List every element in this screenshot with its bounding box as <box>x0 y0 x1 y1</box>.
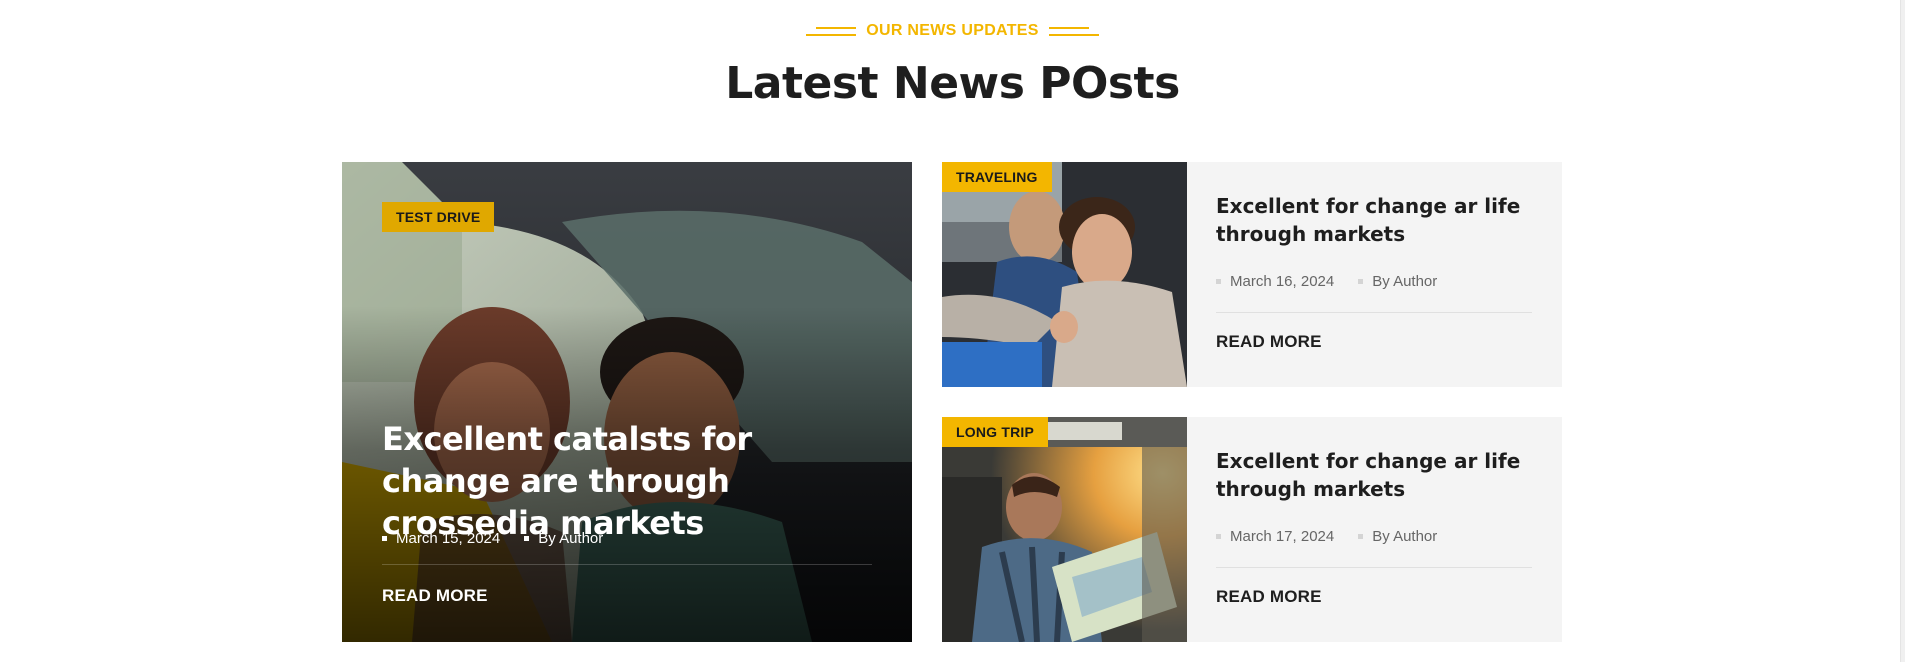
section-title: Latest News POsts <box>725 58 1180 109</box>
post-image <box>942 417 1187 642</box>
featured-post-meta: March 15, 2024 By Author <box>382 530 603 547</box>
featured-post-date-item: March 15, 2024 <box>382 530 500 547</box>
post-meta: March 16, 2024 By Author <box>1216 273 1437 290</box>
post-read-more-link[interactable]: READ MORE <box>1216 587 1322 607</box>
post-date: March 16, 2024 <box>1230 273 1335 290</box>
post-read-more-link[interactable]: READ MORE <box>1216 332 1322 352</box>
bullet-icon <box>1216 534 1221 539</box>
bullet-icon <box>1216 279 1221 284</box>
post-card[interactable]: TRAVELING Excellent for change ar life t… <box>942 162 1562 387</box>
post-category-badge[interactable]: TRAVELING <box>942 162 1052 192</box>
decorative-line-right <box>1048 26 1099 36</box>
post-thumbnail[interactable] <box>942 162 1187 387</box>
post-author-item: By Author <box>1358 273 1437 290</box>
featured-read-more-link[interactable]: READ MORE <box>382 586 488 606</box>
featured-divider <box>382 564 872 565</box>
bullet-icon <box>524 536 530 541</box>
bullet-icon <box>382 536 387 541</box>
featured-post-author-item: By Author <box>524 530 603 547</box>
post-author[interactable]: By Author <box>1372 273 1437 290</box>
post-date: March 17, 2024 <box>1230 528 1335 545</box>
bullet-icon <box>1358 279 1364 284</box>
post-card[interactable]: LONG TRIP Excellent for change ar life t… <box>942 417 1562 642</box>
bullet-icon <box>1358 534 1364 539</box>
decorative-line-left <box>806 26 857 36</box>
post-category-badge[interactable]: LONG TRIP <box>942 417 1049 447</box>
post-date-item: March 17, 2024 <box>1216 528 1334 545</box>
post-author-item: By Author <box>1358 528 1437 545</box>
post-author[interactable]: By Author <box>1372 528 1437 545</box>
post-date-item: March 16, 2024 <box>1216 273 1334 290</box>
post-meta: March 17, 2024 By Author <box>1216 528 1437 545</box>
featured-category-badge[interactable]: TEST DRIVE <box>382 202 495 232</box>
post-title[interactable]: Excellent for change ar life through mar… <box>1216 447 1536 503</box>
featured-post-date: March 15, 2024 <box>396 530 501 547</box>
featured-post-author[interactable]: By Author <box>538 530 603 547</box>
featured-post-card[interactable]: TEST DRIVE Excellent catalsts for change… <box>342 162 912 642</box>
featured-image-overlay <box>342 162 912 642</box>
section-subtitle: OUR NEWS UPDATES <box>0 22 1905 40</box>
post-divider <box>1216 567 1532 568</box>
post-title[interactable]: Excellent for change ar life through mar… <box>1216 192 1536 248</box>
post-divider <box>1216 312 1532 313</box>
post-thumbnail[interactable] <box>942 417 1187 642</box>
post-image <box>942 162 1187 387</box>
featured-post-title[interactable]: Excellent catalsts for change are throug… <box>382 418 882 544</box>
section-subtitle-text: OUR NEWS UPDATES <box>866 22 1039 39</box>
